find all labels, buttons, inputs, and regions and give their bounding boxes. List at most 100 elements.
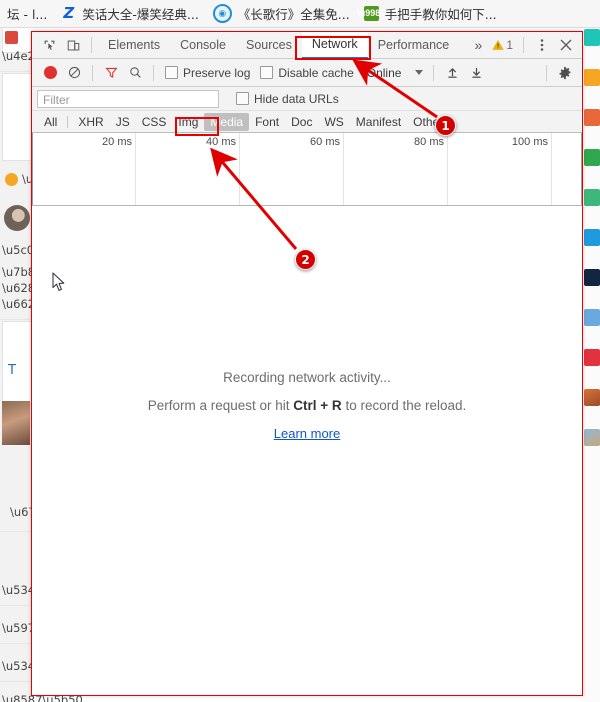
- kebab-menu-icon[interactable]: [530, 33, 554, 57]
- export-har-icon[interactable]: [464, 61, 488, 85]
- filter-funnel-icon[interactable]: [99, 61, 123, 85]
- checkbox-box: [236, 92, 249, 105]
- page-thumbnail: [2, 401, 30, 445]
- inspect-element-icon[interactable]: [37, 33, 61, 57]
- warning-triangle-icon: [492, 40, 504, 50]
- empty-state-line2-pre: Perform a request or hit: [147, 398, 294, 413]
- page-right-app-rail: [584, 27, 600, 702]
- rail-app-icon[interactable]: [584, 69, 600, 86]
- tab-network[interactable]: Network: [301, 32, 368, 59]
- rail-app-icon[interactable]: [584, 29, 600, 46]
- toolbar-divider: [92, 64, 93, 81]
- type-filter-all[interactable]: All: [38, 113, 63, 131]
- page-text-fragment: T: [8, 363, 16, 378]
- throttling-value: Online: [366, 65, 402, 80]
- type-filter-doc[interactable]: Doc: [285, 113, 318, 131]
- rail-app-icon[interactable]: [584, 349, 600, 366]
- type-filter-ws[interactable]: WS: [318, 113, 349, 131]
- green-square-icon: \u9986: [357, 6, 385, 21]
- bookmark-label: 坛 - l...: [7, 7, 48, 22]
- toolbar-divider: [153, 64, 154, 81]
- bookmark-label: 《长歌行》全集免...: [237, 7, 350, 22]
- learn-more-link[interactable]: Learn more: [274, 426, 340, 441]
- type-filter-xhr[interactable]: XHR: [72, 113, 109, 131]
- rail-app-icon[interactable]: [584, 189, 600, 206]
- throttling-dropdown[interactable]: Online: [359, 66, 428, 80]
- empty-state-link-row: Learn more: [32, 420, 582, 448]
- type-filter-manifest[interactable]: Manifest: [350, 113, 407, 131]
- rail-app-icon[interactable]: [584, 269, 600, 286]
- network-toolbar: Preserve log Disable cache Online: [32, 59, 582, 87]
- devtools-tabbar: Elements Console Sources Network Perform…: [32, 32, 582, 59]
- type-filter-other[interactable]: Other: [407, 113, 449, 131]
- warning-count: 1: [506, 38, 513, 52]
- rail-app-icon[interactable]: [584, 109, 600, 126]
- disable-cache-checkbox[interactable]: Disable cache: [255, 66, 358, 80]
- hide-data-urls-checkbox[interactable]: Hide data URLs: [231, 92, 344, 106]
- chevron-down-icon: [415, 70, 424, 75]
- hide-data-urls-label: Hide data URLs: [254, 91, 339, 106]
- rail-app-icon[interactable]: [584, 149, 600, 166]
- page-fragment-card: [2, 321, 31, 403]
- empty-state-message: Recording network activity... Perform a …: [32, 364, 582, 448]
- tab-elements[interactable]: Elements: [98, 32, 170, 58]
- empty-state-line2-post: to record the reload.: [341, 398, 467, 413]
- page-fragment-card: [2, 73, 31, 161]
- checkbox-box: [260, 66, 274, 79]
- network-filter-row: Filter Hide data URLs: [32, 87, 582, 111]
- toolbar-divider: [91, 37, 92, 53]
- more-tabs-chevron-icon[interactable]: »: [469, 32, 489, 58]
- tab-performance[interactable]: Performance: [368, 32, 460, 58]
- blue-circle-icon: ◉: [212, 4, 232, 23]
- network-timeline-ruler[interactable]: 20 ms 40 ms 60 ms 80 ms 100 ms: [32, 133, 582, 206]
- timeline-tick-label: 60 ms: [310, 136, 340, 148]
- toolbar-divider: [433, 64, 435, 81]
- clear-icon[interactable]: [62, 61, 86, 85]
- page-left-gutter: \u4e2d\u5fc3 \u53d7 \u5c0f 4 \u7b80\u4ec…: [0, 27, 120, 702]
- timeline-tick-label: 40 ms: [206, 136, 236, 148]
- timeline-tick-label: 20 ms: [102, 136, 132, 148]
- type-filter-js[interactable]: JS: [110, 113, 136, 131]
- toolbar-divider: [523, 37, 524, 53]
- page-red-icon: [5, 31, 18, 44]
- bookmark-label: 笑话大全-爆笑经典...: [82, 7, 199, 22]
- checkbox-box: [165, 66, 178, 79]
- network-requests-panel: Recording network activity... Perform a …: [32, 206, 582, 695]
- bookmark-item-3[interactable]: \u9986 手把手教你如何下...: [357, 0, 504, 27]
- browser-bookmark-bar: 坛 - l... Z 笑话大全-爆笑经典... ◉ 《长歌行》全集免... \u…: [0, 0, 600, 28]
- bookmark-item-0[interactable]: 坛 - l...: [0, 0, 54, 27]
- rail-app-icon[interactable]: [584, 309, 600, 326]
- filter-input[interactable]: Filter: [37, 89, 219, 108]
- zhihu-icon: Z: [63, 4, 75, 22]
- rail-app-icon[interactable]: [584, 229, 600, 246]
- timeline-tick-label: 80 ms: [414, 136, 444, 148]
- disable-cache-label: Disable cache: [278, 65, 354, 80]
- timeline-tick-label: 100 ms: [511, 136, 548, 148]
- gear-icon[interactable]: [553, 61, 577, 85]
- empty-state-line1: Recording network activity...: [223, 370, 391, 385]
- type-filter-css[interactable]: CSS: [136, 113, 173, 131]
- bookmark-label: 手把手教你如何下...: [384, 7, 497, 22]
- record-stop-icon[interactable]: [38, 61, 62, 85]
- rail-app-icon[interactable]: [584, 429, 600, 446]
- devtools-window: Elements Console Sources Network Perform…: [31, 31, 583, 696]
- close-icon[interactable]: [554, 33, 578, 57]
- import-har-icon[interactable]: [440, 61, 464, 85]
- tab-sources[interactable]: Sources: [236, 32, 302, 58]
- tab-console[interactable]: Console: [170, 32, 236, 58]
- bookmark-item-2[interactable]: ◉ 《长歌行》全集免...: [206, 0, 357, 27]
- page-orange-icon: [5, 173, 18, 186]
- type-filter-media[interactable]: Media: [204, 112, 250, 131]
- preserve-log-checkbox[interactable]: Preserve log: [160, 66, 255, 80]
- bookmark-item-1[interactable]: Z 笑话大全-爆笑经典...: [54, 0, 205, 27]
- search-icon[interactable]: [123, 61, 147, 85]
- toolbar-divider: [546, 64, 547, 81]
- resource-type-filters: All XHR JS CSS Img Media Font Doc WS Man…: [32, 111, 582, 133]
- device-toolbar-icon[interactable]: [61, 33, 85, 57]
- warning-badge[interactable]: 1: [488, 38, 517, 52]
- type-filter-font[interactable]: Font: [249, 113, 285, 131]
- type-filter-img[interactable]: Img: [172, 113, 204, 131]
- page-avatar: [4, 205, 30, 231]
- rail-app-icon[interactable]: [584, 389, 600, 406]
- filter-divider: [67, 115, 69, 128]
